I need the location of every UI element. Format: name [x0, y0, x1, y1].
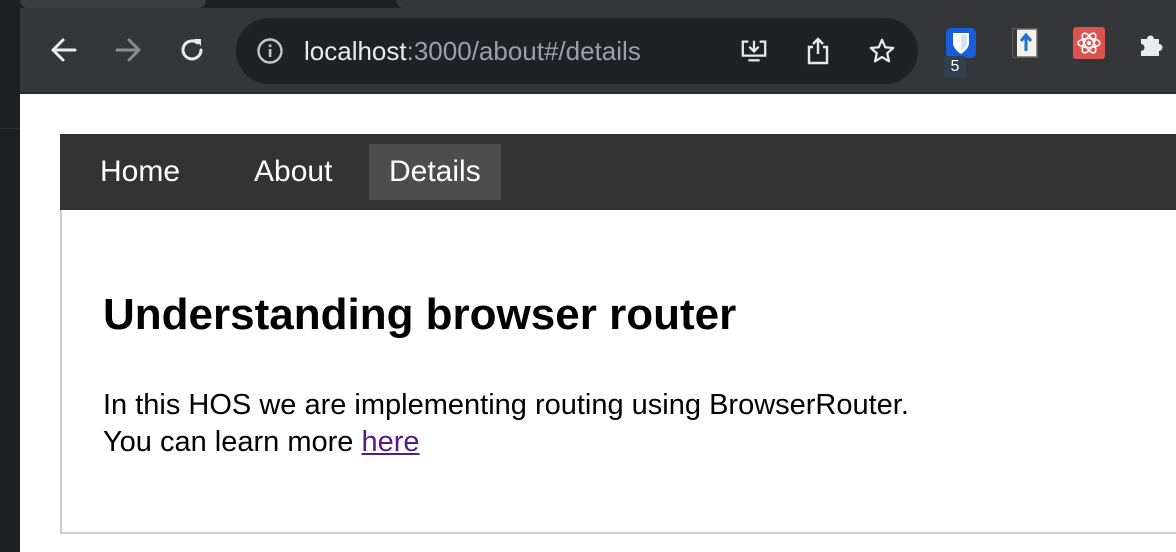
url-text[interactable]: localhost:3000/about#/details	[304, 35, 641, 67]
url-path: :3000/about#/details	[406, 36, 641, 66]
browser-tab[interactable]	[396, 0, 1176, 8]
nav-link-home[interactable]: Home	[80, 144, 200, 200]
share-icon[interactable]	[804, 37, 832, 65]
upload-extension-icon[interactable]	[1008, 26, 1042, 60]
back-arrow-icon	[51, 38, 77, 62]
description-line-2: You can learn more	[103, 426, 354, 458]
reload-icon	[181, 39, 203, 61]
site-info-icon[interactable]	[256, 37, 284, 65]
forward-arrow-icon	[115, 38, 141, 62]
learn-more-link[interactable]: here	[362, 426, 420, 458]
nav-link-about[interactable]: About	[234, 144, 352, 200]
react-devtools-icon[interactable]	[1072, 26, 1106, 60]
left-window-edge	[0, 0, 21, 552]
back-button[interactable]	[42, 28, 86, 72]
page-heading: Understanding browser router	[103, 290, 737, 339]
bookmark-star-icon[interactable]	[868, 37, 896, 65]
address-bar[interactable]: localhost:3000/about#/details	[236, 18, 918, 84]
browser-toolbar: localhost:3000/about#/details	[20, 8, 1176, 94]
url-host: localhost	[304, 36, 407, 66]
extension-badge: 5	[944, 56, 966, 78]
nav-link-details[interactable]: Details	[369, 144, 501, 200]
forward-button[interactable]	[106, 28, 150, 72]
description-paragraph: In this HOS we are implementing routing …	[103, 387, 909, 461]
description-line-1: In this HOS we are implementing routing …	[103, 389, 909, 421]
bitwarden-icon[interactable]	[944, 26, 978, 60]
extensions-puzzle-icon[interactable]	[1136, 26, 1170, 60]
install-app-icon[interactable]	[740, 37, 768, 65]
page-viewport: Home About Details Understanding browser…	[20, 94, 1176, 552]
reload-button[interactable]	[170, 28, 214, 72]
browser-tab[interactable]	[20, 0, 206, 8]
site-navbar: Home About Details	[60, 134, 1176, 210]
details-content-panel: Understanding browser router In this HOS…	[60, 210, 1176, 534]
